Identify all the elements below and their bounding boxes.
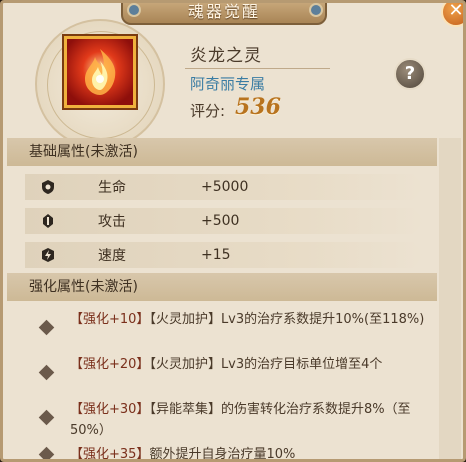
item-exclusive-hero: 阿奇丽专属 [190,75,266,93]
scroll-area[interactable] [439,138,461,459]
enhance-item: 【强化+30】【异能萃集】的伤害转化治疗系数提升8%（至50%） [70,399,430,441]
score-value: 536 [235,94,281,120]
enhance-level: 【强化+10】 [70,312,150,327]
stat-name: 速度 [98,248,126,264]
stat-row-speed: 速度 +15 [25,242,425,268]
close-button[interactable]: ✕ [441,0,464,27]
shield-icon [39,178,57,196]
enhance-level: 【强化+20】 [70,357,150,372]
question-icon: ? [404,63,416,84]
enhance-level: 【强化+35】 [70,447,150,462]
stat-row-attack: 攻击 +500 [25,208,425,234]
title-left-ornament [127,3,141,17]
stat-value: +5000 [201,179,249,195]
enhance-item: 【强化+35】额外提升自身治疗量10% [70,444,430,462]
panel-title: 魂器觉醒 [121,3,327,25]
score-label: 评分: [190,102,226,120]
stat-row-hp: 生命 +5000 [25,174,425,200]
enhance-effect: 【火灵加护】Lv3的治疗系数提升10%(至118%) [149,312,425,327]
diamond-bullet-icon [38,446,55,459]
stat-name: 生命 [98,180,126,196]
item-name: 炎龙之灵 [190,46,262,66]
attack-icon [39,212,57,230]
item-icon-frame[interactable] [64,36,136,108]
stat-name: 攻击 [98,214,126,230]
title-right-ornament [309,3,323,17]
diamond-bullet-icon [38,409,55,426]
enhance-item: 【强化+20】【火灵加护】Lv3的治疗目标单位增至4个 [70,354,430,375]
awakening-panel: 魂器觉醒 ✕ 炎龙之灵 阿奇丽专属 评分: 536 ? 基础属性(未激活) 生命… [0,0,466,462]
flame-dragon-icon [85,49,116,95]
basic-attributes-header: 基础属性(未激活) [7,138,437,166]
diamond-bullet-icon [38,319,55,336]
enhance-effect: 额外提升自身治疗量10% [149,447,296,462]
enhance-level: 【强化+30】 [70,402,150,417]
close-icon: ✕ [448,0,464,21]
stat-value: +500 [201,213,240,229]
diamond-bullet-icon [38,364,55,381]
name-divider [185,68,330,69]
enhanced-attributes-header: 强化属性(未激活) [7,273,437,301]
help-button[interactable]: ? [394,58,426,90]
enhance-effect: 【火灵加护】Lv3的治疗目标单位增至4个 [149,357,383,372]
speed-icon [39,246,57,264]
enhance-item: 【强化+10】【火灵加护】Lv3的治疗系数提升10%(至118%) [70,309,430,330]
stat-value: +15 [201,247,231,263]
